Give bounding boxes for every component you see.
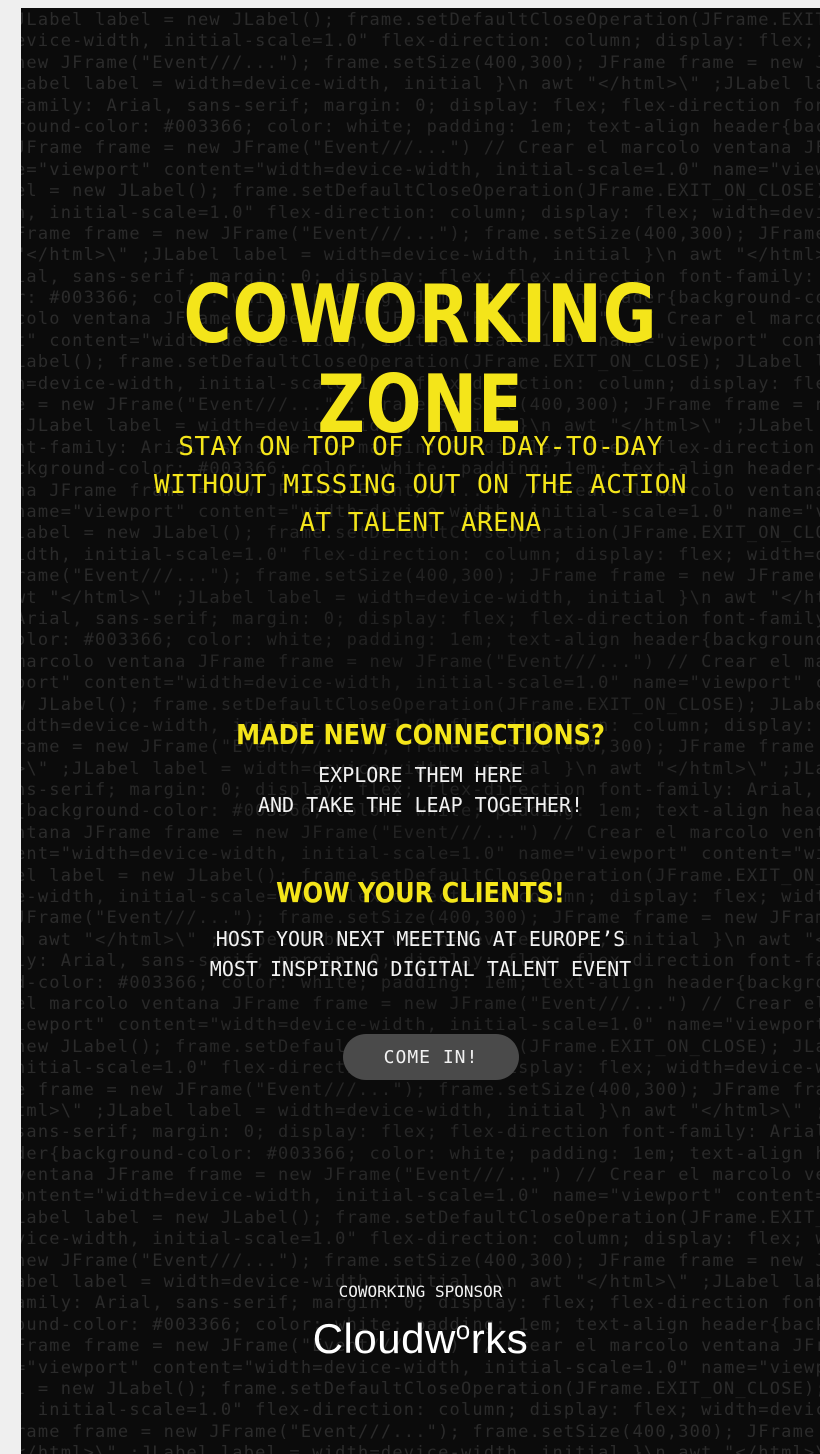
code-line: Frame frame = new JFrame("Event///...");… (21, 223, 820, 244)
code-line: ent="width=device-width, initial-scale=1… (21, 844, 820, 865)
event-poster: JLabel label = new JLabel(); frame.setDe… (21, 8, 820, 1454)
code-line: Label label = width=device-width, initia… (21, 74, 820, 95)
code-line: port" content="width=device-width, initi… (21, 673, 820, 694)
code-line: el = new JLabel(); frame.setDefaultClose… (21, 181, 820, 202)
code-line: </html>\" ;JLabel label = width=device-w… (21, 1443, 820, 1454)
connections-text: EXPLORE THEM HERE AND TAKE THE LEAP TOGE… (21, 760, 820, 820)
sponsor-logo: Cloudworks (21, 1315, 820, 1363)
code-line: wt "</html>\" ;JLabel label = width=devi… (21, 587, 820, 608)
code-line: vice-width, initial-scale=1.0" flex-dire… (21, 1229, 820, 1250)
code-line: new JFrame("Event///..."); frame.setSize… (21, 52, 820, 73)
code-line: family: Arial, sans-serif; margin: 0; di… (21, 95, 820, 116)
subtitle-line: AT TALENT ARENA (299, 508, 542, 538)
code-line: rame frame = new JFrame("Event///..."); … (21, 1421, 820, 1442)
clients-line: MOST INSPIRING DIGITAL TALENT EVENT (209, 957, 632, 981)
connections-heading: MADE NEW CONNECTIONS? (236, 718, 605, 751)
code-line: JFrame frame = new JFrame("Event///...")… (21, 138, 820, 159)
code-line: JLabel label = new JLabel(); frame.setDe… (21, 10, 820, 30)
subtitle-line: WITHOUT MISSING OUT ON THE ACTION (153, 470, 688, 500)
code-line: , initial-scale=1.0" flex-direction: col… (21, 1400, 820, 1421)
code-line: el marcolo ventana JFrame frame = new JF… (21, 993, 820, 1014)
code-line: Label label = new JLabel(); frame.setDef… (21, 1207, 820, 1228)
clients-heading: WOW YOUR CLIENTS! (276, 876, 565, 909)
come-in-button[interactable]: COME IN! (343, 1034, 519, 1080)
code-line: "</html>\" ;JLabel label = width=device-… (21, 245, 820, 266)
code-line: idth, initial-scale=1.0" flex-direction:… (21, 544, 820, 565)
code-line: h, initial-scale=1.0" flex-direction: co… (21, 202, 820, 223)
code-line: round-color: #003366; color: white; padd… (21, 116, 820, 137)
clients-line: HOST YOUR NEXT MEETING AT EUROPE’S (215, 927, 626, 951)
code-line: ntana JFrame frame = new JFrame("Event//… (21, 822, 820, 843)
subtitle-line: STAY ON TOP OF YOUR DAY-TO-DAY (178, 432, 663, 462)
banner-subtitle: STAY ON TOP OF YOUR DAY-TO-DAY WITHOUT M… (21, 428, 820, 542)
code-line: Arial, sans-serif; margin: 0; display: f… (21, 608, 820, 629)
code-line: new JFrame("Event///..."); frame.setSize… (21, 1250, 820, 1271)
code-line: w JLabel(); frame.setDefaultCloseOperati… (21, 694, 820, 715)
page-title: COWORKING ZONE (183, 268, 658, 451)
code-line: der{background-color: #003366; color: wh… (21, 1143, 820, 1164)
code-line: e="viewport" content="width=device-width… (21, 159, 820, 180)
connections-line: EXPLORE THEM HERE (318, 763, 523, 787)
code-line: tml>\" ;JLabel label = width=device-widt… (21, 1100, 820, 1121)
clients-text: HOST YOUR NEXT MEETING AT EUROPE’S MOST … (21, 924, 820, 984)
code-line: e frame = new JFrame("Event///..."); fra… (21, 1079, 820, 1100)
code-line: rame("Event///..."); frame.setSize(400,3… (21, 566, 820, 587)
sponsor-label: COWORKING SPONSOR (338, 1282, 503, 1301)
code-line: olor: #003366; color: white; padding: 1e… (21, 630, 820, 651)
code-line: evice-width, initial-scale=1.0" flex-dir… (21, 31, 820, 52)
code-line: l = new JLabel(); frame.setDefaultCloseO… (21, 1379, 820, 1399)
connections-line: AND TAKE THE LEAP TOGETHER! (257, 793, 584, 817)
sponsor-logo-part: o (455, 1315, 471, 1345)
code-line: sans-serif; margin: 0; display: flex; fl… (21, 1122, 820, 1143)
code-line: ventana JFrame frame = new JFrame("Event… (21, 1165, 820, 1186)
sponsor-logo-part: rks (470, 1315, 529, 1362)
code-line: ontent="width=device-width, initial-scal… (21, 1186, 820, 1207)
code-line: marcolo ventana JFrame frame = new JFram… (21, 651, 820, 672)
sponsor-logo-part: Cloudw (312, 1315, 456, 1362)
